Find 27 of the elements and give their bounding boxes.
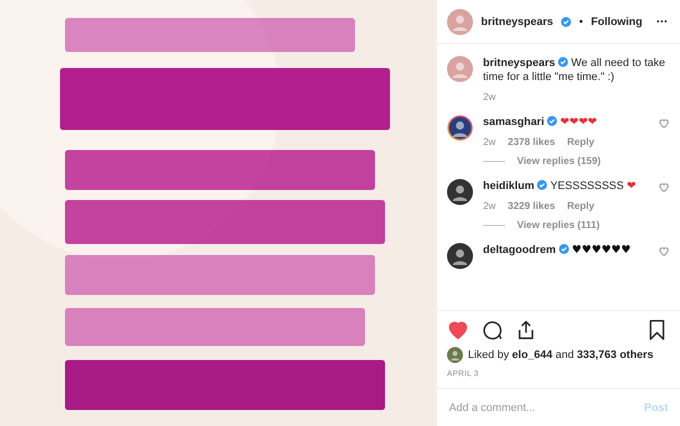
avatar[interactable]: [447, 179, 473, 205]
timestamp: 2w: [483, 92, 496, 103]
username[interactable]: deltagoodrem: [483, 244, 556, 256]
username[interactable]: britneyspears: [481, 16, 554, 28]
like-heart-icon[interactable]: [658, 245, 670, 257]
timestamp: 2w: [483, 201, 496, 212]
username[interactable]: samasghari: [483, 116, 544, 128]
like-heart-icon[interactable]: [447, 319, 469, 341]
caption-text: time for a little "me time." :): [483, 71, 614, 83]
avatar[interactable]: [447, 115, 473, 141]
caption-text: We all need to take: [571, 57, 666, 69]
likes-summary: Liked by elo_644 and 333,763 others: [468, 349, 654, 361]
like-heart-icon[interactable]: [658, 117, 670, 129]
more-button[interactable]: •••: [656, 17, 668, 26]
comment-text: YESSSSSSSS: [550, 180, 624, 192]
post-date: APRIL 3: [447, 369, 480, 378]
comment-emoji: ❤: [626, 179, 636, 192]
timestamp: 2w: [483, 137, 496, 148]
comment-bubble-icon[interactable]: [481, 319, 503, 341]
like-heart-icon[interactable]: [658, 181, 670, 193]
separator-dot: •: [579, 16, 584, 28]
avatar[interactable]: [447, 243, 473, 269]
username[interactable]: britneyspears: [483, 57, 556, 69]
username[interactable]: heidiklum: [483, 180, 534, 192]
comment-emoji: ❤❤❤❤: [560, 115, 598, 128]
following-button[interactable]: Following: [591, 16, 642, 28]
comment-emoji: ♥♥♥♥♥♥: [572, 243, 631, 256]
